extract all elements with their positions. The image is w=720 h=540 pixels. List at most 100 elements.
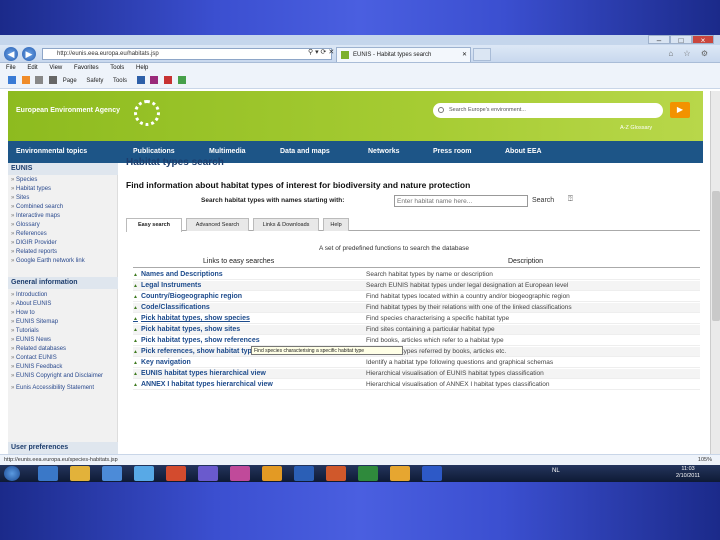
habitat-search-input[interactable] (394, 195, 528, 207)
app-taskbar-icon[interactable] (102, 466, 122, 481)
start-button-icon[interactable] (4, 466, 20, 481)
browser-right-icons[interactable]: ⌂ ☆ ⚙ (668, 49, 712, 58)
sidebar-item-related-databases[interactable]: » Related databases (11, 346, 66, 353)
easy-search-link[interactable]: ▲ Pick habitat types, show references (133, 337, 260, 344)
nav-multimedia[interactable]: Multimedia (209, 148, 246, 155)
word-taskbar-icon[interactable] (294, 466, 314, 481)
nav-environmental-topics[interactable]: Environmental topics (16, 148, 87, 155)
explorer-taskbar-icon[interactable] (70, 466, 90, 481)
language-indicator[interactable]: NL (552, 468, 560, 474)
easy-search-link[interactable]: ▲ Code/Classifications (133, 304, 210, 311)
table-row: ▲ Key navigation Identify a habitat type … (133, 358, 700, 368)
clock[interactable]: 11:03 2/10/2011 (676, 466, 700, 480)
tab-help[interactable]: Help (323, 218, 349, 231)
tab-easy-search[interactable]: Easy search (126, 218, 182, 232)
eea-logo-icon[interactable] (134, 100, 160, 126)
sidebar-item-sites[interactable]: » Sites (11, 195, 29, 202)
search-help-icon[interactable]: ⍰ (568, 194, 573, 204)
app-taskbar-icon[interactable] (166, 466, 186, 481)
sidebar-item-feedback[interactable]: » EUNIS Feedback (11, 364, 62, 371)
addon-icon[interactable] (177, 76, 186, 85)
brand-name[interactable]: European Environment Agency (16, 107, 120, 114)
excel-taskbar-icon[interactable] (358, 466, 378, 481)
easy-search-link[interactable]: ▲ ANNEX I habitat types hierarchical view (133, 381, 273, 388)
sidebar-item-references[interactable]: » References (11, 231, 47, 238)
az-glossary-link[interactable]: A-Z Glossary (620, 125, 652, 131)
search-go-button[interactable]: ▶ (670, 102, 690, 118)
sidebar-item-news[interactable]: » EUNIS News (11, 337, 51, 344)
nav-publications[interactable]: Publications (133, 148, 175, 155)
sidebar-item-about-eunis[interactable]: » About EUNIS (11, 301, 51, 308)
nav-press-room[interactable]: Press room (433, 148, 472, 155)
close-button[interactable]: × (692, 35, 714, 45)
browser-tab[interactable]: EUNIS - Habitat types search ✕ (336, 47, 471, 62)
sidebar-item-introduction[interactable]: » Introduction (11, 292, 47, 299)
easy-search-link[interactable]: ▲ EUNIS habitat types hierarchical view (133, 370, 266, 377)
sidebar-item-sitemap[interactable]: » EUNIS Sitemap (11, 319, 58, 326)
system-tray: NL (552, 468, 560, 474)
menu-file[interactable]: File (6, 65, 16, 71)
page-menu[interactable]: Page (63, 78, 77, 84)
ie-taskbar-icon[interactable] (38, 466, 58, 481)
powerpoint-taskbar-icon[interactable] (326, 466, 346, 481)
sidebar-item-habitat-types[interactable]: » Habitat types (11, 186, 51, 193)
easy-search-link[interactable]: ▲ Legal Instruments (133, 282, 201, 289)
menu-help[interactable]: Help (136, 65, 148, 71)
tools-menu[interactable]: Tools (113, 78, 127, 84)
sidebar-item-copyright[interactable]: » EUNIS Copyright and Disclaimer (11, 373, 103, 380)
nav-networks[interactable]: Networks (368, 148, 400, 155)
ie-window-taskbar-icon[interactable] (422, 466, 442, 481)
onenote-taskbar-icon[interactable] (230, 466, 250, 481)
back-icon[interactable]: ◀ (4, 47, 18, 61)
habitat-search-button[interactable]: Search (532, 195, 554, 207)
menu-edit[interactable]: Edit (27, 65, 37, 71)
sidebar-item-interactive-maps[interactable]: » Interactive maps (11, 213, 60, 220)
sidebar-item-combined-search[interactable]: » Combined search (11, 204, 63, 211)
sidebar-item-species[interactable]: » Species (11, 177, 37, 184)
site-search-input[interactable]: Search Europe's environment... (433, 103, 663, 118)
help-icon[interactable] (136, 76, 145, 85)
easy-search-link[interactable]: ▲ Country/Biogeographic region (133, 293, 242, 300)
address-bar[interactable]: http://eunis.eea.europa.eu/habitats.jsp (42, 48, 332, 60)
sidebar-item-related-reports[interactable]: » Related reports (11, 249, 57, 256)
menu-favorites[interactable]: Favorites (74, 65, 99, 71)
table-row: ▲ Pick habitat types, show references Fin… (133, 336, 700, 346)
app-taskbar-icon[interactable] (134, 466, 154, 481)
app-taskbar-icon[interactable] (198, 466, 218, 481)
sidebar-item-glossary[interactable]: » Glossary (11, 222, 40, 229)
new-tab-button[interactable] (473, 48, 491, 61)
address-tools-icon[interactable]: ⚲ ▾ ⟳ ✕ (308, 48, 334, 56)
menu-view[interactable]: View (49, 65, 62, 71)
sidebar-item-how-to[interactable]: » How to (11, 310, 35, 317)
addon-icon[interactable] (163, 76, 172, 85)
nav-data-and-maps[interactable]: Data and maps (280, 148, 330, 155)
scrollbar-thumb[interactable] (712, 191, 720, 321)
feeds-icon[interactable] (21, 76, 30, 85)
sidebar-item-google-earth[interactable]: » Google Earth network link (11, 258, 85, 265)
safety-menu[interactable]: Safety (86, 78, 103, 84)
sidebar-item-contact[interactable]: » Contact EUNIS (11, 355, 57, 362)
sidebar-item-digir-provider[interactable]: » DIGIR Provider (11, 240, 57, 247)
mail-icon[interactable] (35, 76, 44, 85)
nav-about-eea[interactable]: About EEA (505, 148, 542, 155)
maximize-button[interactable]: □ (670, 35, 692, 45)
outlook-taskbar-icon[interactable] (262, 466, 282, 481)
menu-tools[interactable]: Tools (110, 65, 124, 71)
app-taskbar-icon[interactable] (390, 466, 410, 481)
sidebar-item-tutorials[interactable]: » Tutorials (11, 328, 39, 335)
print-icon[interactable] (49, 76, 58, 85)
tab-close-icon[interactable]: ✕ (462, 48, 467, 62)
forward-icon[interactable]: ▶ (22, 47, 36, 61)
easy-search-link[interactable]: ▲ Pick habitat types, show sites (133, 326, 240, 333)
minimize-button[interactable]: – (648, 35, 670, 45)
sidebar-item-accessibility[interactable]: » Eunis Accessibility Statement (11, 385, 94, 392)
home-icon[interactable] (8, 76, 16, 85)
easy-search-link[interactable]: ▲ Pick references, show habitat types (133, 348, 260, 355)
tab-links-downloads[interactable]: Links & Downloads (253, 218, 319, 231)
easy-search-link[interactable]: ▲ Key navigation (133, 359, 191, 366)
vertical-scrollbar[interactable] (710, 91, 720, 454)
easy-search-link[interactable]: ▲ Pick habitat types, show species (133, 315, 250, 322)
easy-search-link[interactable]: ▲ Names and Descriptions (133, 271, 223, 278)
tab-advanced-search[interactable]: Advanced Search (186, 218, 249, 231)
onenote-icon[interactable] (150, 76, 159, 85)
